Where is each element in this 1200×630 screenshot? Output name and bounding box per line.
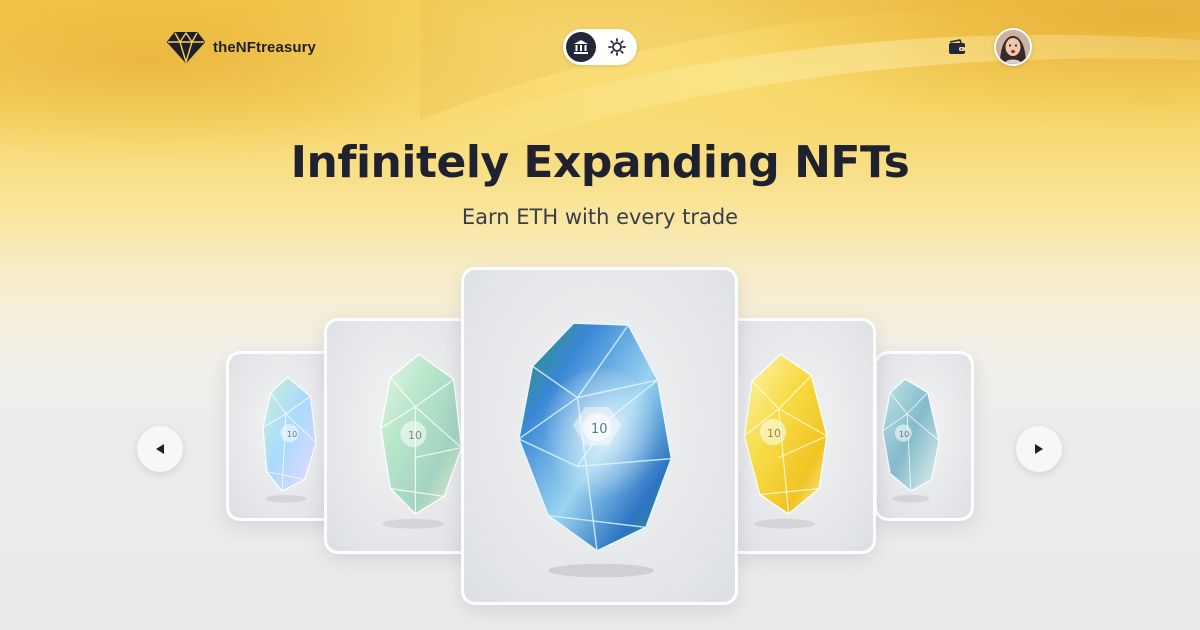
diamond-logo-icon	[167, 32, 205, 63]
gem-image	[380, 353, 463, 529]
gem-image	[262, 376, 317, 503]
arrow-left-icon	[156, 444, 164, 454]
nft-card-far-left[interactable]: 10	[226, 351, 338, 521]
brand-logo[interactable]: theNFtreasury	[167, 30, 316, 64]
gem-label: 10	[899, 430, 910, 439]
hero-subtitle: Earn ETH with every trade	[461, 205, 739, 229]
gem-label: 10	[408, 429, 422, 442]
toggle-bank-button[interactable]	[566, 32, 596, 62]
sun-icon	[608, 38, 626, 56]
avatar-photo	[996, 30, 1030, 64]
gem-image	[882, 378, 940, 503]
nft-card-left[interactable]: 10	[324, 318, 476, 554]
bank-icon	[574, 40, 588, 54]
gem-image	[743, 353, 828, 529]
arrow-right-icon	[1035, 444, 1043, 454]
carousel-prev-button[interactable]	[137, 426, 183, 472]
brand-name: theNFtreasury	[213, 38, 316, 56]
user-avatar[interactable]	[994, 28, 1032, 66]
toggle-sun-button[interactable]	[602, 32, 632, 62]
gem-label: 10	[767, 427, 781, 440]
nft-card-center[interactable]: 10	[461, 267, 738, 605]
gem-label: 10	[591, 422, 608, 437]
mode-toggle[interactable]	[563, 29, 637, 65]
wallet-icon[interactable]	[948, 39, 966, 55]
hero-title: Infinitely Expanding NFTs	[290, 137, 910, 188]
carousel-next-button[interactable]	[1016, 426, 1062, 472]
gem-label: 10	[287, 430, 298, 439]
nft-card-right[interactable]: 10	[724, 318, 876, 554]
nft-card-far-right[interactable]: 10	[874, 351, 974, 521]
